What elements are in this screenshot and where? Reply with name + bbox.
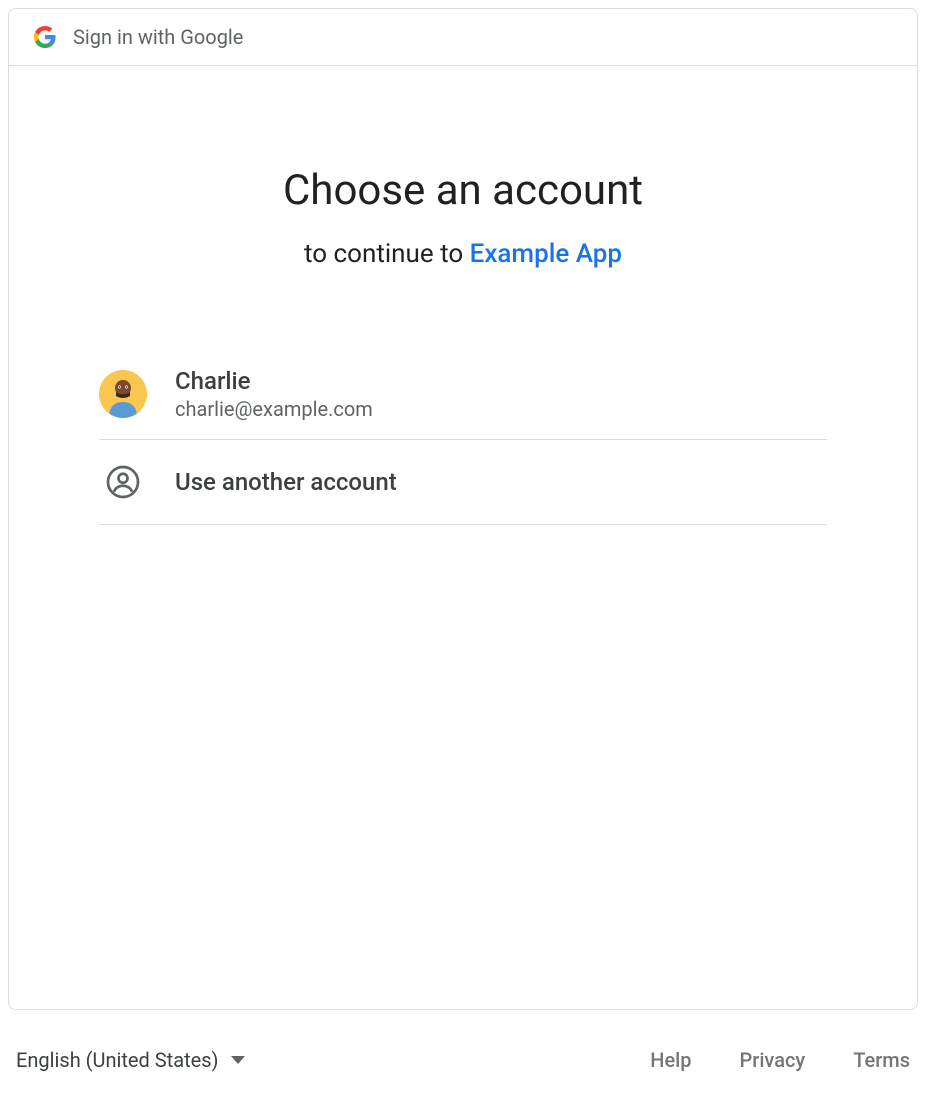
- chevron-down-icon: [231, 1056, 245, 1064]
- account-name: Charlie: [175, 367, 373, 395]
- signin-card: Sign in with Google Choose an account to…: [8, 8, 918, 1010]
- person-circle-icon: [99, 458, 147, 506]
- header-bar: Sign in with Google: [9, 9, 917, 66]
- terms-link[interactable]: Terms: [853, 1048, 910, 1072]
- use-another-account-label: Use another account: [175, 468, 397, 496]
- footer-links: Help Privacy Terms: [650, 1048, 910, 1072]
- account-item[interactable]: Charlie charlie@example.com: [99, 349, 827, 440]
- help-link[interactable]: Help: [650, 1048, 691, 1072]
- account-list: Charlie charlie@example.com Use another …: [9, 349, 917, 525]
- language-selector[interactable]: English (United States): [16, 1048, 245, 1072]
- account-info: Charlie charlie@example.com: [175, 367, 373, 421]
- privacy-link[interactable]: Privacy: [740, 1048, 806, 1072]
- main-content: Choose an account to continue to Example…: [9, 66, 917, 1009]
- language-label: English (United States): [16, 1048, 219, 1072]
- use-another-account[interactable]: Use another account: [99, 440, 827, 525]
- header-title: Sign in with Google: [73, 25, 243, 49]
- page-subtitle: to continue to Example App: [304, 239, 622, 269]
- subtitle-prefix: to continue to: [304, 239, 470, 269]
- page-title: Choose an account: [283, 166, 643, 215]
- account-email: charlie@example.com: [175, 397, 373, 421]
- avatar: [99, 370, 147, 418]
- google-logo-icon: [33, 25, 57, 49]
- footer: English (United States) Help Privacy Ter…: [0, 1018, 926, 1088]
- app-name-link[interactable]: Example App: [470, 239, 622, 269]
